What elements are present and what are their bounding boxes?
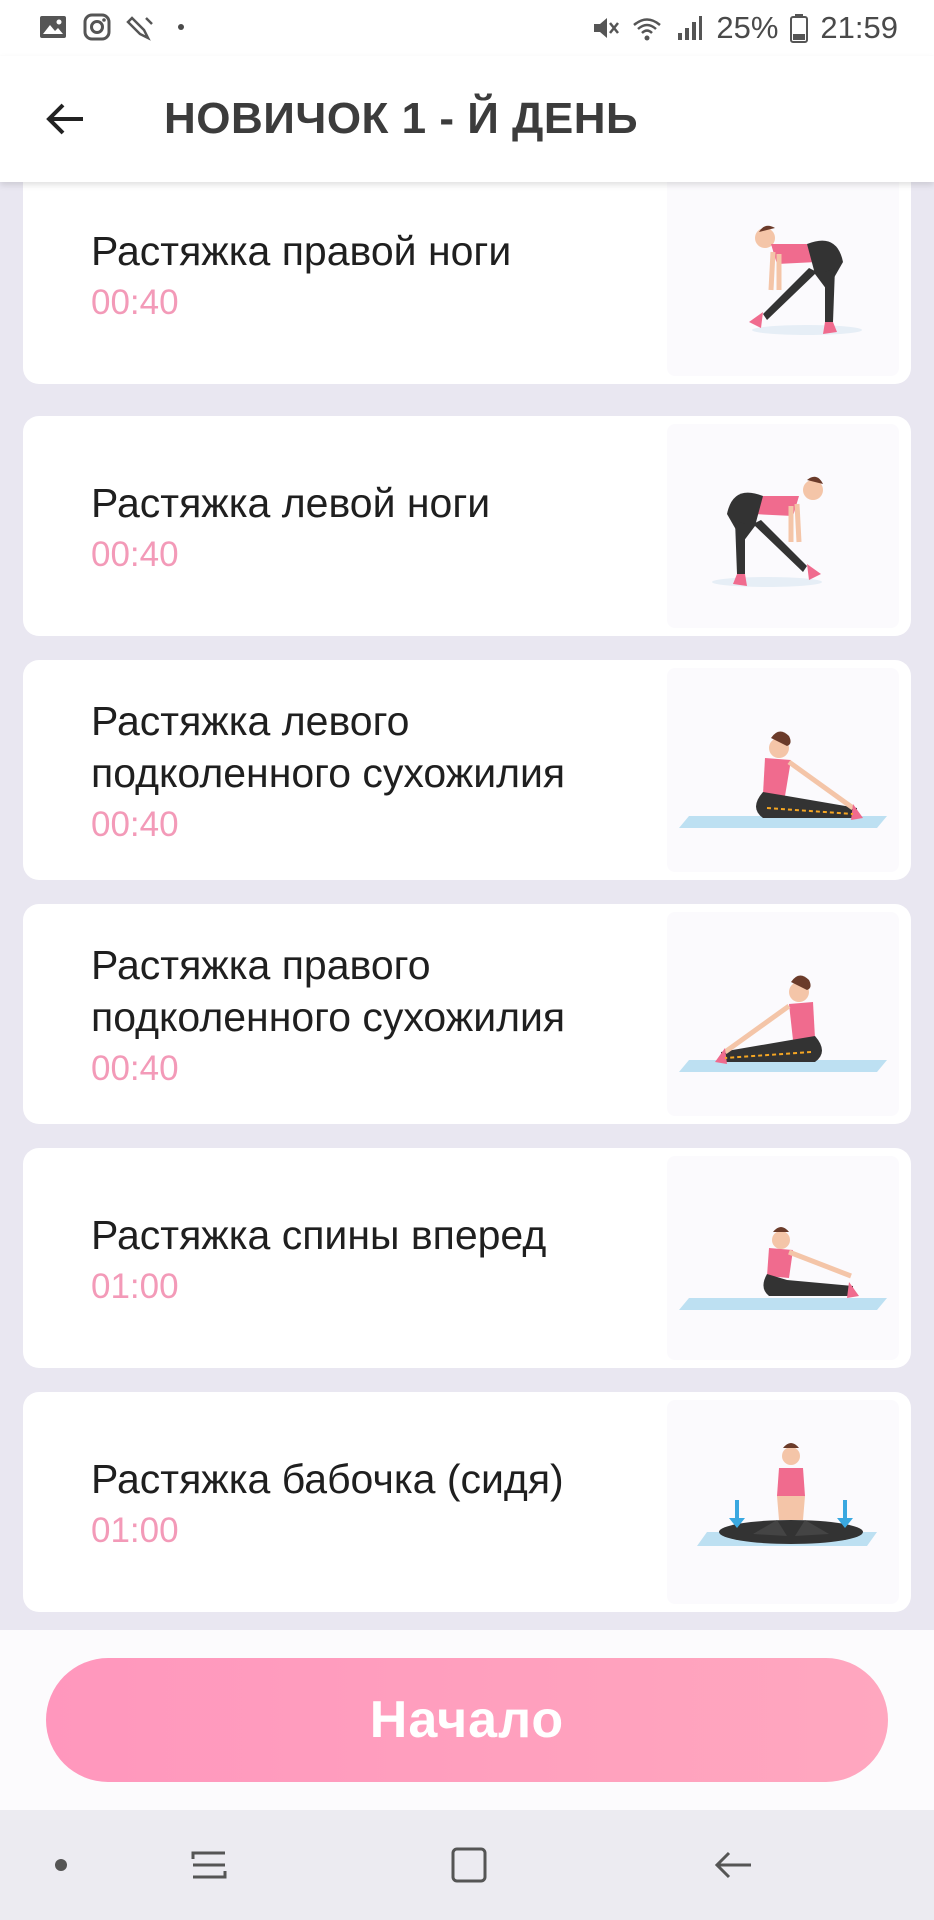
exercise-duration: 00:40	[91, 283, 179, 322]
wifi-icon	[633, 18, 662, 41]
start-button[interactable]: Начало	[46, 1658, 888, 1782]
gallery-icon	[40, 16, 66, 38]
home-button[interactable]	[444, 1840, 494, 1890]
exercise-name: Растяжка левой ноги	[91, 480, 491, 526]
nav-dot-button[interactable]	[36, 1840, 86, 1890]
exercise-illustration	[667, 668, 899, 872]
exercise-illustration	[667, 912, 899, 1116]
instagram-icon	[83, 13, 111, 41]
exercise-illustration	[667, 182, 899, 376]
recents-icon	[191, 1851, 227, 1879]
arrow-left-icon	[46, 103, 83, 135]
home-icon	[451, 1847, 487, 1883]
status-bar: 25% 21:59	[0, 0, 934, 56]
dot-icon	[55, 1859, 67, 1871]
back-button[interactable]	[30, 84, 100, 154]
exercise-name: Растяжка правого подколенного сухожилия	[91, 942, 566, 1040]
exercise-name: Растяжка правой ноги	[91, 228, 512, 274]
system-back-button[interactable]	[708, 1840, 758, 1890]
exercise-name: Растяжка левого подколенного сухожилия	[91, 698, 566, 796]
signal-icon	[678, 16, 703, 40]
page-title: НОВИЧОК 1 - Й ДЕНЬ	[164, 94, 639, 143]
exercise-duration: 00:40	[91, 805, 179, 844]
battery-icon	[790, 14, 809, 43]
exercise-duration: 00:40	[91, 1049, 179, 1088]
exercise-name: Растяжка бабочка (сидя)	[91, 1456, 564, 1502]
exercise-card[interactable]: Растяжка спины вперед 01:00	[23, 1148, 911, 1368]
recents-button[interactable]	[184, 1840, 234, 1890]
exercise-duration: 01:00	[91, 1267, 179, 1306]
exercise-card[interactable]: Растяжка бабочка (сидя) 01:00	[23, 1392, 911, 1612]
pen-icon	[126, 16, 153, 41]
exercise-duration: 01:00	[91, 1511, 179, 1550]
battery-percent: 25%	[716, 10, 779, 45]
exercise-name: Растяжка спины вперед	[91, 1212, 547, 1258]
exercise-card[interactable]: Растяжка правой ноги 00:40	[23, 182, 911, 384]
exercise-card[interactable]: Растяжка правого подколенного сухожилия …	[23, 904, 911, 1124]
exercise-card[interactable]: Растяжка левого подколенного сухожилия 0…	[23, 660, 911, 880]
system-nav-bar	[0, 1810, 934, 1920]
bottom-action-area: Начало	[0, 1630, 934, 1810]
exercise-card[interactable]: Растяжка левой ноги 00:40	[23, 416, 911, 636]
exercise-duration: 00:40	[91, 535, 179, 574]
exercise-illustration	[667, 1400, 899, 1604]
exercise-illustration	[667, 1156, 899, 1360]
exercise-list[interactable]: Растяжка правой ноги 00:40 Растяжка лево…	[0, 182, 934, 1630]
mute-icon	[594, 18, 620, 38]
exercise-illustration	[667, 424, 899, 628]
clock: 21:59	[820, 10, 898, 45]
notification-dot-icon	[178, 24, 184, 30]
app-bar: НОВИЧОК 1 - Й ДЕНЬ	[0, 56, 934, 182]
back-icon	[714, 1851, 751, 1879]
